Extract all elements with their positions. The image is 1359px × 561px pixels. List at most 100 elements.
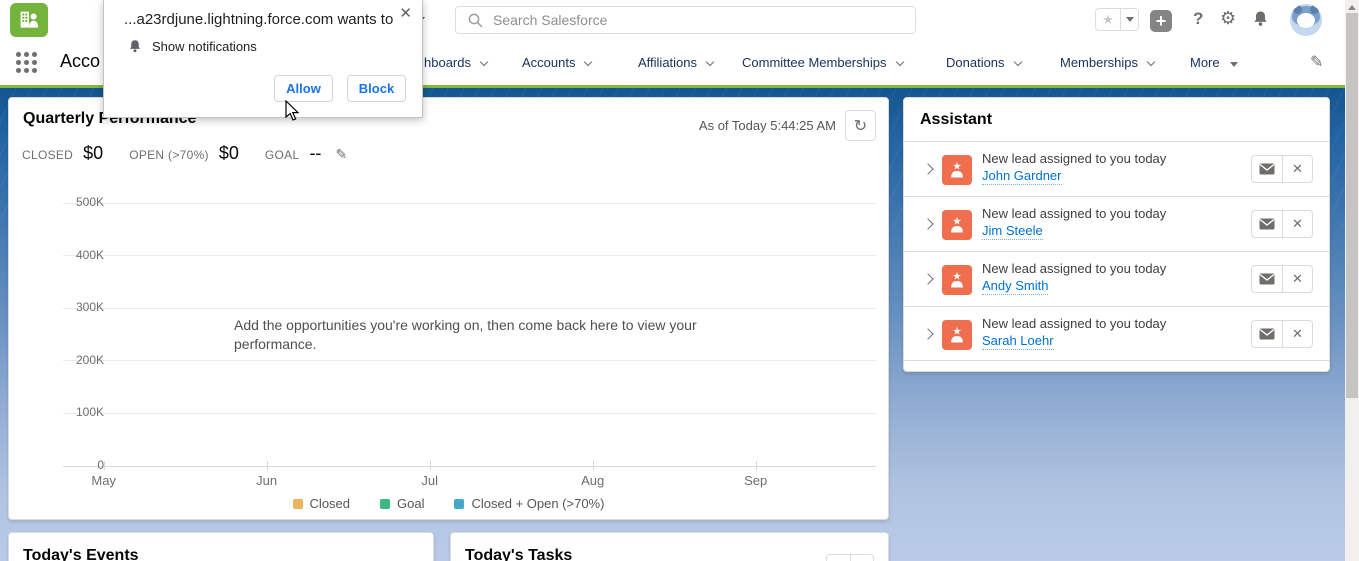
nav-tab-more[interactable]: More — [1190, 55, 1238, 70]
help-icon[interactable]: ? — [1193, 9, 1203, 29]
favorites-dropdown-caret[interactable] — [1120, 9, 1138, 30]
user-avatar[interactable] — [1290, 4, 1322, 36]
expand-chevron-icon[interactable] — [922, 328, 933, 339]
block-button[interactable]: Block — [347, 75, 406, 102]
dismiss-button[interactable]: ✕ — [1282, 320, 1313, 348]
global-search[interactable] — [455, 6, 916, 34]
assistant-row: New lead assigned to you todayJim Steele… — [904, 196, 1329, 251]
scrollbar-thumb[interactable] — [1346, 13, 1358, 398]
lead-name-link[interactable]: John Gardner — [982, 168, 1062, 185]
x-axis-tick — [104, 461, 105, 470]
x-axis-tick-label: Jul — [421, 473, 438, 488]
nav-tab-committee-memberships[interactable]: Committee Memberships — [742, 55, 903, 70]
nav-tab-hboards[interactable]: hboards — [424, 55, 487, 70]
browser-notification-popup: ...a23rdjune.lightning.force.com wants t… — [103, 0, 423, 118]
legend-item: Closed — [293, 496, 350, 511]
nav-tab-label: Memberships — [1060, 55, 1138, 70]
expand-chevron-icon[interactable] — [922, 163, 933, 174]
close-icon[interactable]: ✕ — [399, 4, 412, 22]
y-axis-tick-label: 400K — [58, 248, 104, 262]
mouse-cursor — [284, 100, 300, 122]
row-actions: ✕ — [1251, 265, 1313, 293]
chart-empty-message: Add the opportunities you're working on,… — [234, 316, 714, 354]
gridline — [63, 203, 876, 204]
lead-icon — [942, 320, 972, 350]
gridline — [63, 466, 876, 467]
gridline — [63, 413, 876, 414]
y-axis-tick-label: 300K — [58, 300, 104, 314]
metric: CLOSED$0 — [22, 143, 103, 164]
nav-tab-label: Committee Memberships — [742, 55, 887, 70]
x-axis-tick — [756, 461, 757, 470]
lead-name-link[interactable]: Sarah Loehr — [982, 333, 1054, 350]
app-logo-icon[interactable] — [10, 3, 48, 37]
legend-swatch — [454, 499, 464, 509]
assistant-title: Assistant — [920, 111, 992, 129]
scroll-up-arrow-icon[interactable] — [1348, 5, 1356, 10]
email-button[interactable] — [1251, 265, 1282, 293]
row-actions: ✕ — [1251, 155, 1313, 183]
performance-metrics: CLOSED$0OPEN (>70%)$0GOAL--✎ — [22, 143, 347, 164]
setup-gear-icon[interactable]: ⚙ — [1220, 8, 1236, 29]
lead-notification-text: New lead assigned to you today — [982, 151, 1166, 166]
expand-chevron-icon[interactable] — [922, 273, 933, 284]
dismiss-button[interactable]: ✕ — [1282, 210, 1313, 238]
metric: GOAL--✎ — [265, 143, 347, 164]
search-input[interactable] — [493, 12, 915, 28]
metric-value: -- — [309, 143, 321, 164]
legend-item: Closed + Open (>70%) — [454, 496, 604, 511]
email-button[interactable] — [1251, 155, 1282, 183]
lead-notification-text: New lead assigned to you today — [982, 316, 1166, 331]
tasks-title: Today's Tasks — [465, 547, 572, 561]
x-axis-tick-label: Aug — [581, 473, 604, 488]
as-of-timestamp: As of Today 5:44:25 AM — [699, 118, 836, 133]
chevron-down-icon — [1013, 58, 1021, 66]
allow-button[interactable]: Allow — [274, 75, 333, 102]
expand-chevron-icon[interactable] — [922, 218, 933, 229]
events-title: Today's Events — [23, 547, 139, 561]
nav-tab-label: hboards — [424, 55, 471, 70]
search-icon — [468, 13, 483, 28]
notifications-bell-icon[interactable] — [1252, 10, 1269, 33]
lead-name-link[interactable]: Andy Smith — [982, 278, 1048, 295]
lead-notification-text: New lead assigned to you today — [982, 261, 1166, 276]
nav-tab-label: Affiliations — [638, 55, 697, 70]
metric-value: $0 — [219, 143, 239, 164]
edit-goal-pencil-icon[interactable]: ✎ — [335, 146, 347, 163]
gridline — [63, 255, 876, 256]
refresh-icon: ↻ — [854, 116, 867, 136]
chart-legend: ClosedGoalClosed + Open (>70%) — [9, 496, 888, 511]
email-button[interactable] — [1251, 320, 1282, 348]
chevron-down-icon — [1230, 62, 1238, 67]
global-actions-plus-icon[interactable]: + — [1150, 10, 1172, 32]
tasks-filter-button[interactable] — [827, 555, 850, 561]
app-launcher-icon[interactable] — [16, 52, 37, 73]
metric: OPEN (>70%)$0 — [129, 143, 239, 164]
y-axis-tick-label: 500K — [58, 195, 104, 209]
gridline — [63, 360, 876, 361]
x-axis-tick — [267, 461, 268, 470]
legend-swatch — [380, 499, 390, 509]
assistant-row: New lead assigned to you today Andy Smith… — [904, 251, 1329, 306]
lead-name-link[interactable]: Jim Steele — [982, 223, 1043, 240]
bell-icon — [128, 39, 142, 54]
nav-tab-donations[interactable]: Donations — [946, 55, 1021, 70]
legend-label: Closed + Open (>70%) — [471, 496, 604, 511]
chevron-down-icon — [480, 58, 488, 66]
nav-tab-affiliations[interactable]: Affiliations — [638, 55, 713, 70]
nav-tab-accounts[interactable]: Accounts — [522, 55, 591, 70]
refresh-button[interactable]: ↻ — [845, 110, 876, 141]
nav-tab-memberships[interactable]: Memberships — [1060, 55, 1154, 70]
vertical-scrollbar[interactable] — [1345, 0, 1359, 561]
favorites-star-icon[interactable]: ★ — [1096, 9, 1120, 30]
edit-nav-pencil-icon[interactable]: ✎ — [1310, 52, 1323, 72]
assistant-row: New lead assigned to you today Sarah Loeh… — [904, 306, 1329, 361]
dismiss-button[interactable]: ✕ — [1282, 265, 1313, 293]
x-axis-tick — [430, 461, 431, 470]
tasks-sort-button[interactable] — [850, 555, 874, 561]
nav-tab-label: Donations — [946, 55, 1005, 70]
todays-tasks-card: Today's Tasks — [450, 532, 889, 561]
email-button[interactable] — [1251, 210, 1282, 238]
dismiss-button[interactable]: ✕ — [1282, 155, 1313, 183]
row-actions: ✕ — [1251, 210, 1313, 238]
